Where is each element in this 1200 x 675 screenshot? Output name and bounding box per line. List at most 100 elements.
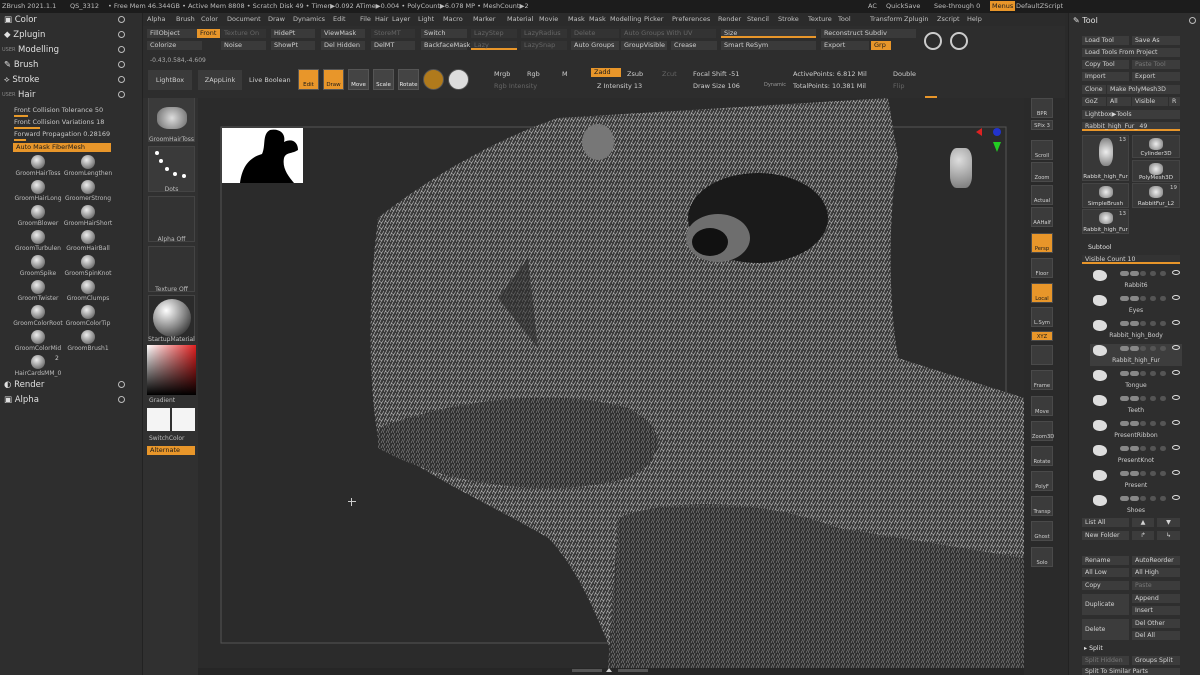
all-low-button[interactable]: All Low (1082, 568, 1129, 577)
brush-item[interactable]: GroomClumps (63, 280, 113, 302)
menu-item[interactable]: Light (418, 15, 434, 23)
clone-button[interactable]: Clone (1082, 85, 1106, 94)
subtool-toggle-icon[interactable] (1120, 321, 1129, 326)
eye-icon[interactable] (1172, 495, 1180, 500)
brush-item[interactable]: GroomBlower (13, 205, 63, 227)
section-modelling[interactable]: Modelling (18, 45, 59, 55)
eye-icon[interactable] (1172, 420, 1180, 425)
view-button[interactable]: Ghost (1031, 521, 1053, 541)
subtool-toggle-icon[interactable] (1160, 421, 1166, 426)
alternate-button[interactable]: Alternate (147, 446, 195, 455)
ac-button[interactable]: AC (868, 2, 877, 10)
tool-thumbnail[interactable]: PolyMesh3D (1132, 160, 1180, 182)
lazy-slider[interactable]: Lazy (471, 41, 517, 50)
make-polymesh3d-button[interactable]: Make PolyMesh3D (1107, 85, 1180, 94)
subtool-toggle-icon[interactable] (1150, 321, 1156, 326)
m-button[interactable]: M (562, 70, 568, 78)
tool-thumbnail[interactable]: Cylinder3D (1132, 135, 1180, 158)
subtool-toggle-icon[interactable] (1160, 396, 1166, 401)
menu-item[interactable]: Zplugin (904, 15, 929, 23)
subtool-toggle-icon[interactable] (1130, 321, 1139, 326)
subtool-toggle-icon[interactable] (1160, 271, 1166, 276)
menu-item[interactable]: Preferences (672, 15, 710, 23)
menu-item[interactable]: Dynamics (293, 15, 325, 23)
delete-subtool-button[interactable]: Delete (1082, 619, 1129, 640)
new-folder-button[interactable]: New Folder (1082, 531, 1129, 540)
view-button[interactable]: L.Sym (1031, 307, 1053, 327)
view-button[interactable]: Move (1031, 396, 1053, 416)
forward-propagation-slider[interactable]: Forward Propagation 0.28169 (14, 130, 114, 141)
menu-item[interactable]: Layer (392, 15, 410, 23)
storemt-button[interactable]: StoreMT (371, 29, 415, 38)
subtool-toggle-icon[interactable] (1120, 446, 1129, 451)
menu-item[interactable]: Marker (473, 15, 495, 23)
subtool-toggle-icon[interactable] (1150, 346, 1156, 351)
subtool-item[interactable]: Teeth (1090, 394, 1182, 416)
rgb-button[interactable]: Rgb (527, 70, 540, 78)
size-slider[interactable]: Size (721, 29, 816, 38)
subtool-item[interactable]: Tongue (1090, 369, 1182, 391)
texture-on-button[interactable]: Texture On (221, 29, 266, 38)
subtool-toggle-icon[interactable] (1150, 471, 1156, 476)
shelf-handle[interactable] (618, 669, 648, 672)
append-button[interactable]: Append (1132, 594, 1180, 603)
lightbox-tools-button[interactable]: Lightbox▶Tools (1082, 110, 1180, 119)
subtool-toggle-icon[interactable] (1120, 296, 1129, 301)
export-tool-button[interactable]: Export (1132, 72, 1180, 81)
move-down-icon[interactable]: ▼ (1157, 518, 1180, 527)
subtool-toggle-icon[interactable] (1140, 446, 1146, 451)
crease-button[interactable]: Crease (671, 41, 717, 50)
zsub-button[interactable]: Zsub (627, 70, 643, 78)
subtool-toggle-icon[interactable] (1150, 496, 1156, 501)
scale-button[interactable]: Scale (373, 69, 394, 90)
lightbox-button[interactable]: LightBox (148, 70, 192, 90)
subtool-toggle-icon[interactable] (1120, 271, 1129, 276)
flip-button[interactable]: Flip (893, 82, 904, 90)
brush-item[interactable]: GroomerStrong (63, 180, 113, 202)
brush-item[interactable]: GroomColorTip (63, 305, 113, 327)
subtool-toggle-icon[interactable] (1130, 346, 1139, 351)
view-button[interactable]: Frame (1031, 370, 1053, 390)
material-mode-icon[interactable] (423, 69, 444, 90)
tool-thumbnail[interactable]: Rabbit_high_Fur 13 (1082, 135, 1129, 181)
menu-item[interactable]: Texture (808, 15, 832, 23)
view-button[interactable]: Local (1031, 283, 1053, 303)
zapplink-button[interactable]: ZAppLink (198, 70, 242, 90)
subtool-item[interactable]: Rabbit_high_Body (1090, 319, 1182, 341)
rename-button[interactable]: Rename (1082, 556, 1129, 565)
menu-item[interactable]: Macro (443, 15, 463, 23)
lazysnap-slider[interactable]: LazySnap (521, 41, 567, 50)
eye-icon[interactable] (1172, 295, 1180, 300)
all-high-button[interactable]: All High (1132, 568, 1180, 577)
load-tools-from-project-button[interactable]: Load Tools From Project (1082, 48, 1180, 57)
rgb-intensity-slider[interactable]: Rgb Intensity (494, 82, 537, 90)
move-button[interactable]: Move (348, 69, 369, 90)
brush-item[interactable]: GroomTwister (13, 280, 63, 302)
eye-icon[interactable] (1172, 370, 1180, 375)
z-intensity-slider[interactable]: Z Intensity 13 (597, 82, 642, 90)
duplicate-button[interactable]: Duplicate (1082, 594, 1129, 615)
paste-subtool-button[interactable]: Paste (1132, 581, 1180, 590)
subtool-toggle-icon[interactable] (1130, 271, 1139, 276)
draw-size-slider[interactable]: Draw Size 106 (693, 82, 740, 90)
section-stroke[interactable]: ⟡ Stroke (4, 75, 39, 85)
section-brush[interactable]: ✎ Brush (4, 60, 38, 70)
dock-icon[interactable] (118, 76, 125, 83)
menu-item[interactable]: Stroke (778, 15, 799, 23)
move-up-icon[interactable]: ▲ (1132, 518, 1154, 527)
subtool-item[interactable]: PresentKnot (1090, 444, 1182, 466)
brush-item[interactable]: GroomColorRoot (13, 305, 63, 327)
double-button[interactable]: Double (893, 70, 916, 78)
save-as-button[interactable]: Save As (1132, 36, 1180, 45)
brush-item[interactable]: GroomHairLong (13, 180, 63, 202)
goz-button[interactable]: GoZ (1082, 97, 1106, 106)
brush-item[interactable]: GroomHairBall (63, 230, 113, 252)
delete-button[interactable]: Delete (571, 29, 619, 38)
lazyradius-slider[interactable]: LazyRadius (521, 29, 567, 38)
showpt-button[interactable]: ShowPt (271, 41, 315, 50)
del-all-button[interactable]: Del All (1132, 631, 1180, 640)
menu-item[interactable]: Alpha (147, 15, 165, 23)
view-button[interactable]: Persp (1031, 233, 1053, 253)
view-button[interactable]: XYZ (1031, 331, 1053, 341)
section-color[interactable]: ▣ Color (4, 15, 37, 25)
